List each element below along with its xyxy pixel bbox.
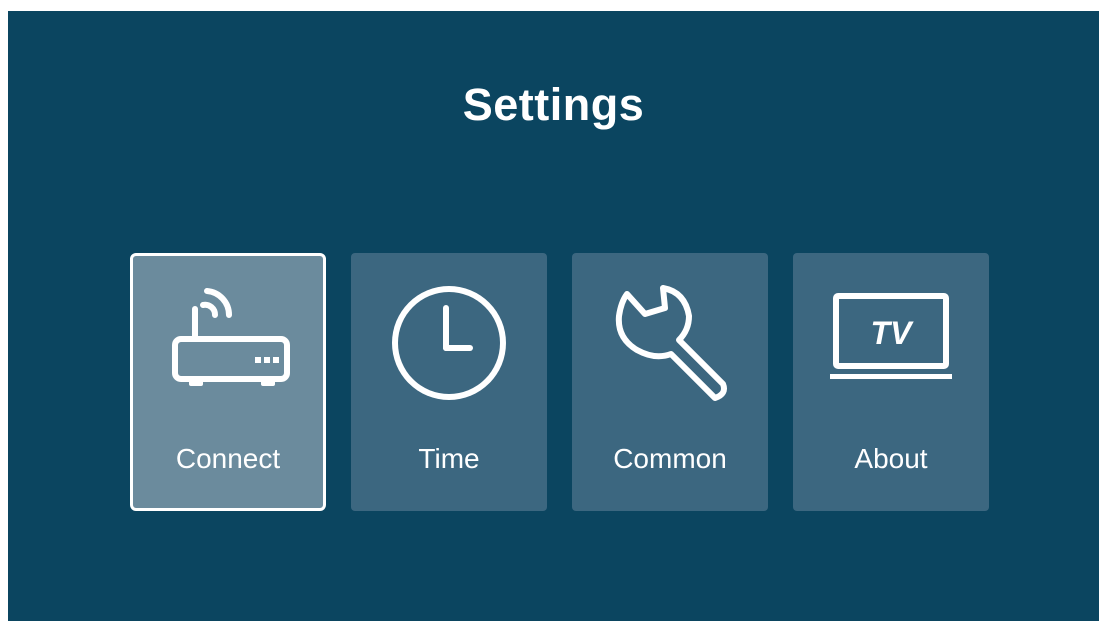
connect-tile[interactable]: Connect — [130, 253, 326, 511]
svg-text:TV: TV — [871, 315, 915, 351]
time-tile[interactable]: Time — [351, 253, 547, 511]
wrench-icon — [572, 273, 768, 413]
common-label: Common — [613, 443, 727, 474]
common-tile[interactable]: Common — [572, 253, 768, 511]
tv-icon: TV — [793, 273, 989, 413]
about-label: About — [854, 443, 928, 474]
router-icon — [130, 273, 326, 413]
settings-screen: Settings Connect Time Common TV About — [8, 11, 1099, 621]
time-label: Time — [418, 443, 480, 474]
clock-icon — [351, 273, 547, 413]
connect-label: Connect — [175, 443, 281, 474]
page-title: Settings — [462, 79, 645, 130]
about-tile[interactable]: TV About — [793, 253, 989, 511]
